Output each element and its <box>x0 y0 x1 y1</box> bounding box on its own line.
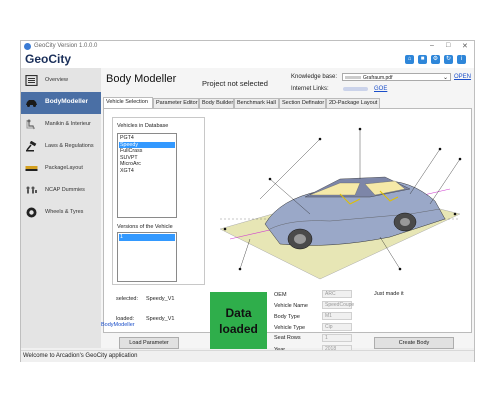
versions-label: Versions of the Vehicle <box>117 224 173 230</box>
selected-label: selected: <box>116 296 139 302</box>
gavel-icon <box>26 141 37 152</box>
prop-label-vehicle-type: Vehicle Type <box>274 325 306 331</box>
sidebar-item-label: Overview <box>45 77 68 83</box>
vehicle-selection-panel: Vehicles in Database PGT4 Speedy FullCra… <box>103 108 472 353</box>
brand-bar: GeoCity ⌂ ■ ⚙ ↻ i <box>21 52 474 68</box>
just-made-label: Just made it <box>374 291 404 297</box>
prop-label-seat-rows: Seat Rows <box>274 335 301 341</box>
selected-value: Speedy_V1 <box>146 296 175 302</box>
prop-value-seat-rows: 1 <box>322 334 352 342</box>
sidebar-item-ncap[interactable]: NCAP Dummies <box>21 180 101 202</box>
list-item[interactable]: 1 <box>119 234 175 241</box>
list-item[interactable]: XGT4 <box>119 168 175 175</box>
tab-vehicle-selection[interactable]: Vehicle Selection <box>103 97 153 108</box>
brand-logo: GeoCity <box>25 52 72 66</box>
title-bar: GeoCity Version 1.0.0.0 – □ ✕ <box>21 41 474 52</box>
tab-body-builder[interactable]: Body Builder <box>199 98 234 108</box>
status-bar: Welcome to Arcadion's GeoCity applicatio… <box>21 350 474 362</box>
load-parameter-button[interactable]: Load Parameter <box>119 337 179 349</box>
tab-2d-package-layout[interactable]: 2D-Package Layout <box>326 98 380 108</box>
window-title: GeoCity Version 1.0.0.0 <box>34 43 98 49</box>
goe-link[interactable]: GOE <box>374 86 387 92</box>
page-title: Body Modeller <box>106 73 177 85</box>
prop-value-vehicle-type: Cip <box>322 323 352 331</box>
settings-icon[interactable]: ⚙ <box>431 55 440 64</box>
manikin-icon <box>26 119 35 130</box>
list-icon <box>25 75 38 86</box>
prop-label-body-type: Body Type <box>274 314 300 320</box>
knowledge-base-value: Grafraum.pdf <box>363 75 393 81</box>
prop-value-body-type: M1 <box>322 312 352 320</box>
sidebar-item-label: Manikin & Interieur <box>45 121 91 127</box>
sidebar-item-bodymodeller[interactable]: BodyModeller <box>21 92 105 114</box>
package-icon <box>25 166 38 171</box>
sidebar-item-package[interactable]: PackageLayout <box>21 158 101 180</box>
home-icon[interactable]: ⌂ <box>405 55 414 64</box>
sidebar-item-wheels[interactable]: Wheels & Tyres <box>21 202 101 224</box>
knowledge-base-select[interactable]: Grafraum.pdf ⌄ <box>342 73 451 81</box>
data-loaded-line2: loaded <box>219 322 258 336</box>
data-loaded-line1: Data <box>225 306 252 320</box>
save-icon[interactable]: ■ <box>418 55 427 64</box>
vehicle-list[interactable]: PGT4 Speedy FullCrass SUVPT MicroArc XGT… <box>117 133 177 218</box>
chevron-down-icon: ⌄ <box>442 75 448 81</box>
dummies-icon <box>26 186 37 194</box>
knowledge-base-label: Knowledge base: <box>291 74 338 80</box>
vehicle-group: Vehicles in Database PGT4 Speedy FullCra… <box>112 117 205 285</box>
sidebar-item-label: NCAP Dummies <box>45 187 85 193</box>
tab-parameter-editor[interactable]: Parameter Editor <box>153 98 199 108</box>
open-link[interactable]: OPEN <box>454 74 471 80</box>
tab-section-definator[interactable]: Section Definator <box>279 98 326 108</box>
prop-label-oem: OEM <box>274 292 287 298</box>
versions-list[interactable]: 1 <box>117 232 177 282</box>
minimize-icon[interactable]: – <box>430 42 434 49</box>
prop-value-oem: ARC <box>322 290 352 298</box>
app-window: GeoCity Version 1.0.0.0 – □ ✕ GeoCity ⌂ … <box>20 40 475 362</box>
sidebar-item-label: Wheels & Tyres <box>45 209 84 215</box>
vehicle-3d-preview <box>219 127 462 280</box>
tyre-icon <box>26 207 37 218</box>
prop-value-vehicle-name: SpeedCoupe <box>322 301 354 309</box>
main-area: Body Modeller Project not selected Knowl… <box>101 68 474 353</box>
sidebar-item-overview[interactable]: Overview <box>21 70 101 92</box>
bodymodeller-footer-link[interactable]: BodyModeller <box>101 322 135 328</box>
sidebar-item-label: PackageLayout <box>45 165 83 171</box>
app-icon <box>24 43 31 50</box>
sidebar: Overview BodyModeller Manikin & Interieu… <box>21 68 105 348</box>
prop-label-vehicle-name: Vehicle Name <box>274 303 308 309</box>
tab-benchmark-hall[interactable]: Benchmark Hall <box>234 98 279 108</box>
sidebar-item-laws[interactable]: Laws & Regulations <box>21 136 101 158</box>
info-icon[interactable]: i <box>457 55 466 64</box>
create-body-button[interactable]: Create Body <box>374 337 454 349</box>
internet-links-label: Internet Links: <box>291 86 329 92</box>
refresh-icon[interactable]: ↻ <box>444 55 453 64</box>
vehicles-db-label: Vehicles in Database <box>117 123 169 129</box>
sidebar-item-manikin[interactable]: Manikin & Interieur <box>21 114 101 136</box>
car-icon <box>26 100 37 107</box>
data-loaded-indicator: Data loaded <box>210 292 267 349</box>
status-text: Welcome to Arcadion's GeoCity applicatio… <box>23 353 138 359</box>
sidebar-item-label: BodyModeller <box>45 98 88 105</box>
sidebar-item-label: Laws & Regulations <box>45 143 94 149</box>
loaded-value: Speedy_V1 <box>146 316 175 322</box>
maximize-icon[interactable]: □ <box>446 42 450 49</box>
internet-link-redacted[interactable] <box>343 87 368 91</box>
close-icon[interactable]: ✕ <box>462 42 468 50</box>
project-status: Project not selected <box>202 79 268 88</box>
